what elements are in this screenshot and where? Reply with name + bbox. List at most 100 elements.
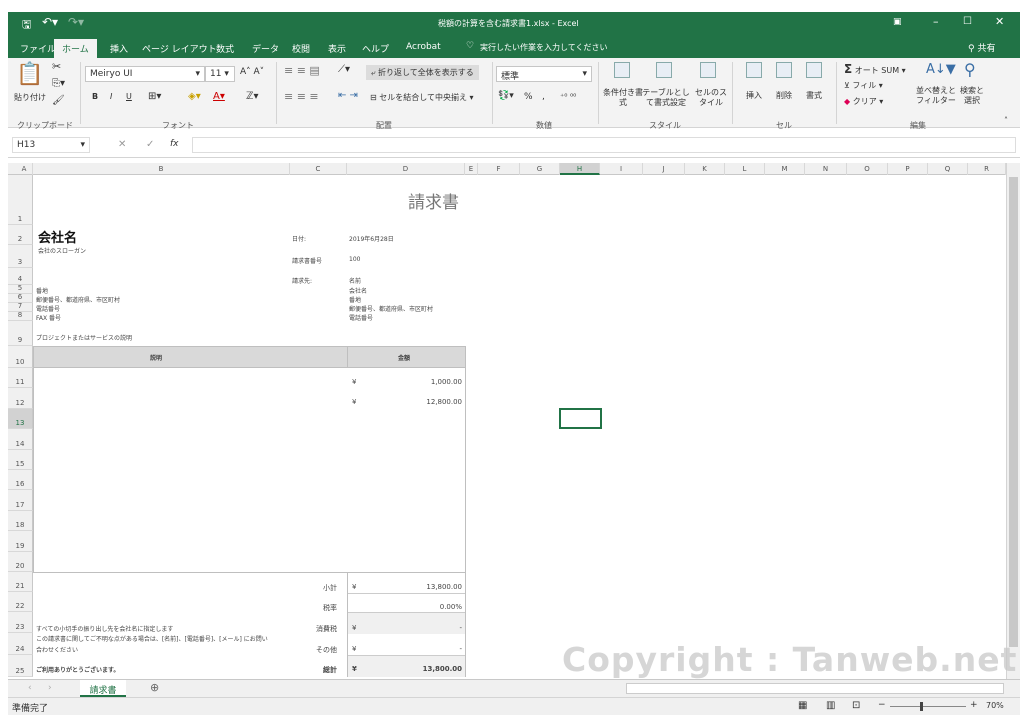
redo-icon[interactable]: ↷▾ [68,15,84,29]
column-header[interactable]: R [968,163,1006,175]
column-header[interactable]: A [16,163,33,175]
ribbon-tab[interactable]: 数式 [208,39,242,58]
fill-color-icon[interactable]: ◈▾ [188,91,201,102]
row-header[interactable]: 17 [8,490,33,511]
column-header[interactable]: C [290,163,347,175]
scroll-left-icon[interactable]: ‹ [28,683,32,693]
row-header[interactable]: 23 [8,612,33,633]
column-header[interactable]: P [888,163,928,175]
comma-button[interactable]: , [542,92,545,102]
delete-cells-button[interactable]: 削除 [776,90,792,101]
column-header[interactable]: K [685,163,725,175]
row-header[interactable]: 19 [8,531,33,552]
row-header[interactable]: 10 [8,346,33,368]
delete-cells-icon[interactable] [776,62,792,80]
scroll-right-icon[interactable]: › [48,683,52,693]
invoice-item-row[interactable] [33,408,466,431]
column-header[interactable]: E [465,163,478,175]
merge-center-button[interactable]: ⊟ セルを結合して中央揃え ▾ [370,92,474,103]
column-header[interactable]: H [560,163,600,175]
ribbon-tab[interactable]: 校閲 [284,39,318,58]
share-button[interactable]: ⚲ 共有 [968,41,995,54]
invoice-item-row[interactable] [33,551,466,573]
row-header[interactable]: 22 [8,592,33,612]
ribbon-tab[interactable]: 挿入 [102,39,136,58]
zoom-in-button[interactable]: + [970,700,978,710]
align-top-icon[interactable]: ≡ ≡ ▤ [284,64,320,77]
column-header[interactable]: Q [928,163,968,175]
paste-button[interactable]: 貼り付け [14,92,46,103]
sort-filter-icon[interactable]: A↓▼ [926,62,956,77]
row-header[interactable]: 18 [8,510,33,532]
row-header[interactable]: 13 [8,408,33,430]
maximize-button[interactable]: ☐ [963,16,972,27]
cell-styles-icon[interactable] [700,62,716,80]
paste-icon[interactable]: 📋 [16,62,43,87]
invoice-item-row[interactable] [33,429,466,451]
row-header[interactable]: 16 [8,470,33,491]
invoice-item-row[interactable] [33,449,466,471]
ribbon-display-icon[interactable]: ▣ [893,17,902,27]
row-header[interactable]: 4 [8,268,33,285]
row-header[interactable]: 8 [8,311,33,321]
normal-view-icon[interactable]: ▦ [798,700,807,711]
invoice-item-row[interactable] [33,368,466,390]
invoice-item-row[interactable] [33,510,466,533]
invoice-item-row[interactable] [33,531,466,553]
tell-me-input[interactable]: 実行したい作業を入力してください [480,42,608,53]
column-header[interactable]: B [33,163,290,175]
close-button[interactable]: ✕ [995,15,1004,28]
horizontal-scrollbar[interactable] [626,683,1004,694]
selected-cell[interactable] [559,408,602,429]
phonetic-icon[interactable]: ℤ▾ [246,91,258,102]
underline-button[interactable]: U [126,92,132,101]
ribbon-tab[interactable]: Acrobat [398,39,449,58]
row-header[interactable]: 15 [8,449,33,470]
copy-icon[interactable]: ⎘▾ [52,78,65,89]
column-header[interactable]: J [643,163,685,175]
cut-icon[interactable]: ✂ [52,60,61,73]
row-header[interactable]: 11 [8,368,33,389]
font-grow-icon[interactable]: A˄ A˅ [240,67,264,77]
ribbon-tab[interactable]: 表示 [320,39,354,58]
align-left-icon[interactable]: ≡ ≡ ≡ [284,90,319,103]
column-header[interactable]: O [847,163,888,175]
font-size-select[interactable]: 11 ▾ [205,66,235,82]
enter-icon[interactable]: ✓ [146,139,154,150]
row-header[interactable]: 1 [8,175,33,225]
insert-function-button[interactable]: fx [170,139,179,149]
clear-button[interactable]: ◆ クリア ▾ [844,96,883,107]
row-header[interactable]: 14 [8,429,33,450]
formula-input[interactable] [192,137,1016,153]
column-header[interactable]: M [765,163,805,175]
wrap-text-button[interactable]: ⤶ 折り返して全体を表示する [366,65,479,80]
page-break-icon[interactable]: ⊡ [852,700,860,711]
format-cells-button[interactable]: 書式 [806,90,822,101]
row-header[interactable]: 21 [8,572,33,592]
insert-cells-icon[interactable] [746,62,762,80]
row-header[interactable]: 3 [8,245,33,268]
row-header[interactable]: 24 [8,633,33,655]
column-header[interactable]: F [478,163,520,175]
cell-styles-button[interactable]: セルのスタイル [694,88,728,108]
format-cells-icon[interactable] [806,62,822,80]
column-header[interactable]: G [520,163,560,175]
undo-icon[interactable]: ↶▾ [42,15,58,29]
zoom-slider-thumb[interactable] [920,702,923,711]
search-icon[interactable]: ⚲ [964,60,976,79]
zoom-out-button[interactable]: − [878,700,886,710]
column-header[interactable]: D [347,163,465,175]
add-sheet-icon[interactable]: ⊕ [150,681,159,694]
cancel-icon[interactable]: ✕ [118,139,126,150]
column-header[interactable]: N [805,163,847,175]
insert-cells-button[interactable]: 挿入 [746,90,762,101]
conditional-format-icon[interactable] [614,62,630,80]
ribbon-tab[interactable]: ヘルプ [354,39,397,58]
number-format-select[interactable]: 標準 ▾ [496,66,592,82]
decimal-icon[interactable]: ⁺⁰ ⁰⁰ [560,92,576,101]
row-header[interactable]: 9 [8,321,33,346]
format-painter-icon[interactable]: 🖌 [52,95,65,106]
minimize-button[interactable]: – [933,15,939,28]
font-name-select[interactable]: Meiryo UI ▾ [85,66,205,82]
column-header[interactable]: L [725,163,765,175]
